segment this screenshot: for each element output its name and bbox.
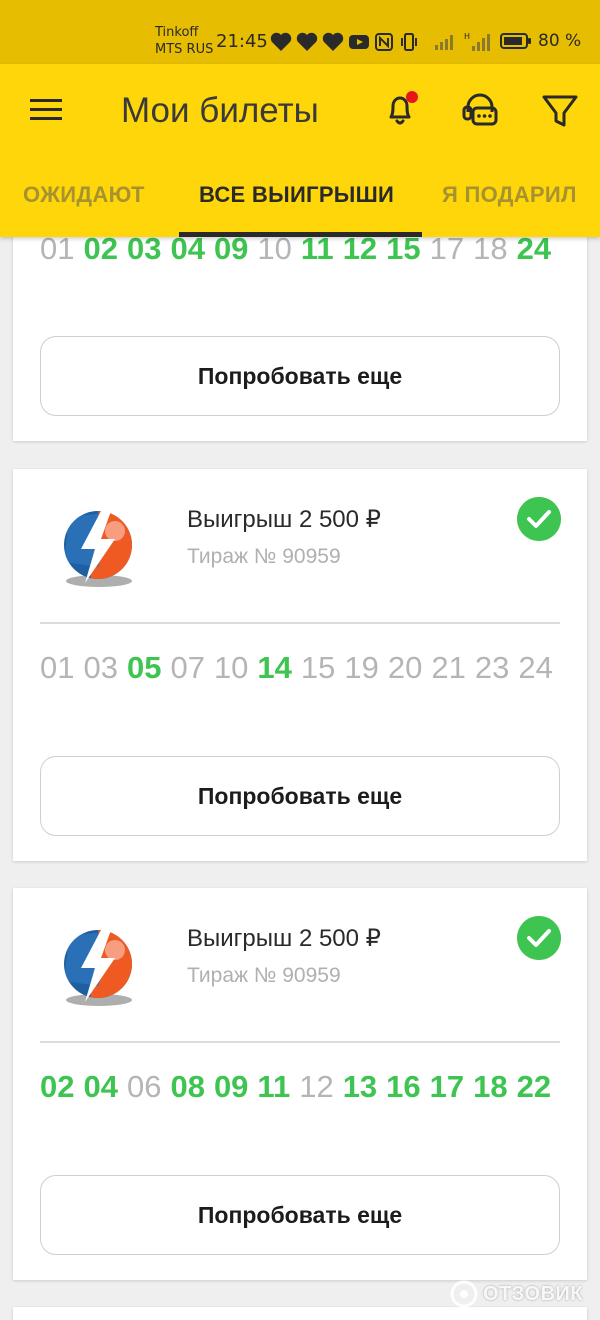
support-chat-icon[interactable] [460, 90, 500, 130]
carrier-name-1: Tinkoff [155, 25, 199, 40]
nfc-icon [375, 33, 393, 51]
draw-number: Тираж № 90959 [187, 545, 341, 568]
win-amount: Выигрыш 2 500 ₽ [187, 925, 381, 952]
ticket-number: 23 [474, 650, 510, 685]
check-icon [517, 497, 561, 541]
battery-icon [500, 33, 531, 49]
heart-icon [322, 32, 344, 51]
ticket-number: 10 [213, 650, 249, 685]
try-again-button[interactable]: Попробовать еще [40, 756, 560, 836]
carrier-info: Tinkoff MTS RUS [155, 24, 213, 58]
lottery-game-logo-icon [64, 930, 132, 1006]
matched-number: 14 [257, 650, 292, 685]
ticket-card: 01 02 03 04 09 10 11 12 15 17 18 24 Попробовать еще [13, 218, 587, 441]
matched-number: 04 [83, 1069, 118, 1104]
signal-icon [435, 35, 453, 50]
status-right: H 80 % [434, 28, 581, 54]
notification-dot [406, 91, 418, 103]
filter-icon[interactable] [540, 91, 580, 131]
draw-number: Тираж № 90959 [187, 964, 341, 987]
matched-number: 09 [213, 1069, 249, 1104]
matched-number: 08 [170, 1069, 205, 1104]
divider [40, 1041, 560, 1043]
heart-icon [296, 32, 318, 51]
matched-number: 16 [386, 1069, 421, 1104]
win-amount: Выигрыш 2 500 ₽ [187, 506, 381, 533]
status-bar: Tinkoff MTS RUS 21:45 H 80 % [0, 0, 600, 64]
matched-number: 02 [40, 1069, 75, 1104]
ticket-number: 15 [300, 650, 336, 685]
try-again-button[interactable]: Попробовать еще [40, 336, 560, 416]
matched-number: 11 [257, 1069, 291, 1104]
ticket-numbers: 02 04 06 08 09 11 12 13 16 17 18 22 [40, 1067, 560, 1107]
active-tab-indicator [179, 232, 422, 237]
matched-number: 05 [126, 650, 162, 685]
ticket-card: Выигрыш 2 500 ₽ Тираж № 90959 01 03 05 07 10… [13, 469, 587, 861]
status-time: 21:45 [216, 31, 268, 52]
watermark-logo-icon [450, 1280, 478, 1308]
ticket-number: 19 [344, 650, 379, 685]
divider [40, 622, 560, 624]
tab-all-winnings[interactable]: ВСЕ ВЫИГРЫШИ [199, 182, 394, 208]
youtube-icon [349, 35, 369, 49]
ticket-number: 01 [40, 650, 75, 685]
app-header: Мои билеты ОЖИДАЮТ ВСЕ ВЫИГРЫШИ Я ПОДАРИ… [0, 64, 600, 237]
vibrate-icon [401, 33, 417, 51]
check-icon [517, 916, 561, 960]
watermark-text: ОТЗОВИК [483, 1282, 584, 1305]
ticket-number: 21 [431, 650, 466, 685]
bell-icon[interactable] [381, 90, 421, 130]
ticket-number: 12 [299, 1069, 334, 1104]
ticket-number: 07 [170, 650, 205, 685]
ticket-numbers: 01 03 05 07 10 14 15 19 20 21 23 24 [40, 648, 560, 688]
matched-number: 18 [473, 1069, 508, 1104]
ticket-card: Выигрыш 2 500 ₽ Тираж № 90959 02 04 06 08 09… [13, 888, 587, 1280]
battery-level: 80 % [538, 31, 582, 51]
tab-waiting[interactable]: ОЖИДАЮТ [23, 182, 145, 208]
tab-gifted[interactable]: Я ПОДАРИЛ [442, 182, 577, 208]
heart-icon [270, 32, 292, 51]
svg-text:H: H [464, 32, 470, 41]
ticket-number: 24 [518, 650, 553, 685]
matched-number: 22 [516, 1069, 552, 1104]
ticket-number: 03 [83, 650, 118, 685]
carrier-name-2: MTS RUS [155, 42, 214, 57]
page-title: Мои билеты [121, 91, 319, 130]
status-icons [270, 31, 420, 53]
hamburger-menu-icon[interactable] [30, 97, 64, 123]
watermark: ОТЗОВИК [449, 1278, 583, 1310]
try-again-button[interactable]: Попробовать еще [40, 1175, 560, 1255]
ticket-number: 06 [126, 1069, 162, 1104]
signal-icon: H [464, 32, 490, 51]
ticket-number: 20 [387, 650, 423, 685]
matched-number: 13 [342, 1069, 378, 1104]
lottery-game-logo-icon [64, 511, 132, 587]
matched-number: 17 [429, 1069, 465, 1104]
